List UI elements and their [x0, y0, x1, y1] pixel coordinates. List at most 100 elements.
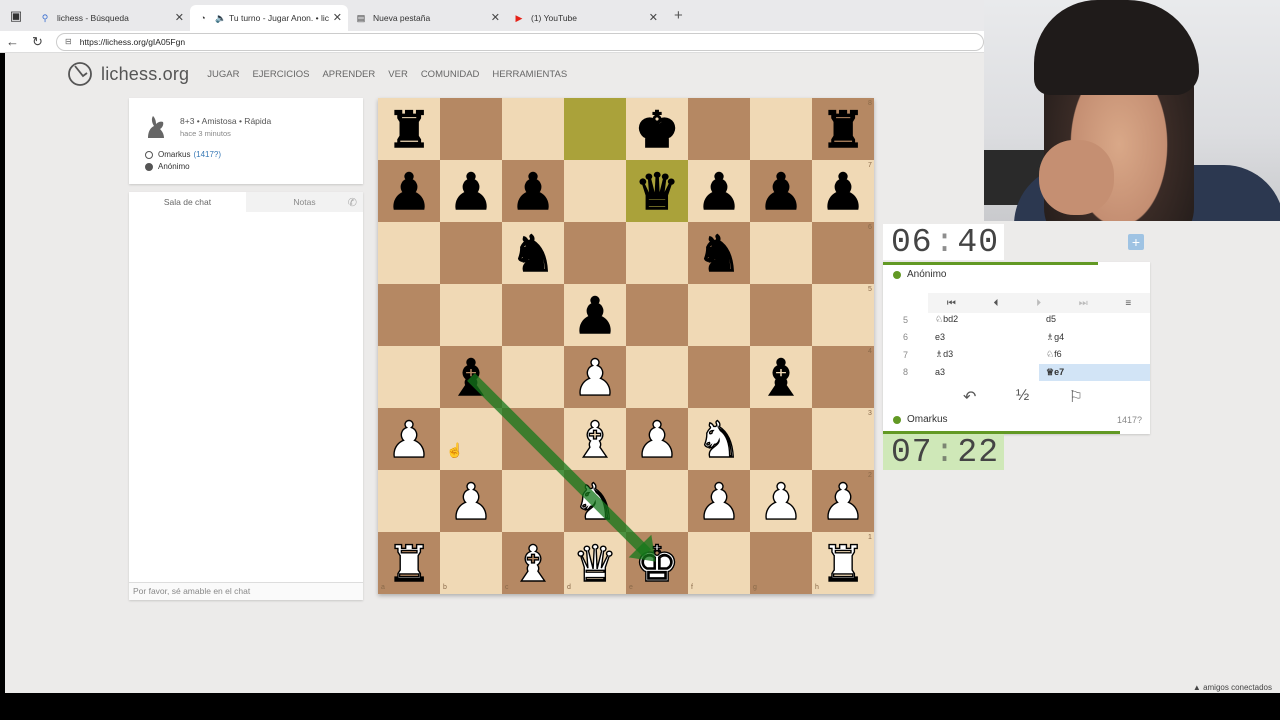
- tab-notes[interactable]: Notas: [246, 192, 363, 212]
- square-d3[interactable]: [564, 408, 626, 470]
- square-b6[interactable]: [440, 222, 502, 284]
- black-move[interactable]: d5: [1039, 311, 1150, 329]
- tab-actions-icon[interactable]: ▣: [0, 0, 32, 31]
- square-a4[interactable]: [378, 346, 440, 408]
- nav-ejercicios[interactable]: EJERCICIOS: [252, 69, 309, 80]
- nav-aprender[interactable]: APRENDER: [322, 69, 375, 80]
- square-c6[interactable]: [502, 222, 564, 284]
- square-f7[interactable]: [688, 160, 750, 222]
- square-d4[interactable]: [564, 346, 626, 408]
- square-f8[interactable]: [688, 98, 750, 160]
- close-icon[interactable]: ✕: [175, 11, 184, 24]
- resign-flag-icon[interactable]: ⚐: [1069, 387, 1083, 407]
- square-c7[interactable]: [502, 160, 564, 222]
- white-move[interactable]: ♘bd2: [928, 311, 1039, 329]
- square-g8[interactable]: [750, 98, 812, 160]
- square-e3[interactable]: [626, 408, 688, 470]
- square-e6[interactable]: [626, 222, 688, 284]
- square-e8[interactable]: [626, 98, 688, 160]
- square-a5[interactable]: [378, 284, 440, 346]
- square-d5[interactable]: [564, 284, 626, 346]
- add-time-button[interactable]: +: [1128, 234, 1144, 250]
- url-field[interactable]: ⊟ https://lichess.org/gIA05Fgn: [56, 32, 984, 51]
- square-a1[interactable]: [378, 532, 440, 594]
- square-b8[interactable]: [440, 98, 502, 160]
- menu-icon[interactable]: ≡: [1125, 298, 1131, 309]
- square-c4[interactable]: [502, 346, 564, 408]
- new-tab-button[interactable]: +: [674, 7, 683, 24]
- square-b4[interactable]: [440, 346, 502, 408]
- white-move[interactable]: ♗d3: [928, 346, 1039, 364]
- square-g5[interactable]: [750, 284, 812, 346]
- prev-move-icon[interactable]: ⏴: [993, 298, 998, 309]
- square-d7[interactable]: [564, 160, 626, 222]
- nav-jugar[interactable]: JUGAR: [207, 69, 239, 80]
- square-b2[interactable]: [440, 470, 502, 532]
- first-move-icon[interactable]: ⏮: [947, 298, 956, 309]
- close-icon[interactable]: ✕: [491, 11, 500, 24]
- square-e5[interactable]: [626, 284, 688, 346]
- square-c3[interactable]: [502, 408, 564, 470]
- square-c8[interactable]: [502, 98, 564, 160]
- square-g6[interactable]: [750, 222, 812, 284]
- square-a7[interactable]: [378, 160, 440, 222]
- square-f1[interactable]: [688, 532, 750, 594]
- next-move-icon[interactable]: ⏵: [1036, 298, 1041, 309]
- square-b7[interactable]: [440, 160, 502, 222]
- nav-herramientas[interactable]: HERRAMIENTAS: [492, 69, 567, 80]
- square-d6[interactable]: [564, 222, 626, 284]
- square-b3[interactable]: [440, 408, 502, 470]
- close-icon[interactable]: ✕: [649, 11, 658, 24]
- black-move[interactable]: ♘f6: [1039, 346, 1150, 364]
- square-e4[interactable]: [626, 346, 688, 408]
- last-move-icon[interactable]: ⏭: [1079, 298, 1088, 309]
- chat-input[interactable]: Por favor, sé amable en el chat: [129, 582, 363, 600]
- takeback-icon[interactable]: ↶: [963, 387, 976, 407]
- square-d8[interactable]: [564, 98, 626, 160]
- square-c2[interactable]: [502, 470, 564, 532]
- white-move[interactable]: a3: [928, 364, 1039, 382]
- friends-online-toggle[interactable]: ▲ amigos conectados: [1192, 683, 1272, 692]
- phone-icon[interactable]: ✆: [348, 196, 357, 209]
- nav-ver[interactable]: VER: [388, 69, 408, 80]
- square-e2[interactable]: [626, 470, 688, 532]
- browser-tab-youtube[interactable]: ▶ (1) YouTube ✕: [506, 5, 664, 31]
- square-f5[interactable]: [688, 284, 750, 346]
- back-icon[interactable]: ←: [0, 34, 25, 49]
- reload-icon[interactable]: ↻: [25, 34, 50, 50]
- square-g4[interactable]: [750, 346, 812, 408]
- square-h2[interactable]: [812, 470, 874, 532]
- square-c5[interactable]: [502, 284, 564, 346]
- browser-tab-new[interactable]: ▤ Nueva pestaña ✕: [348, 5, 506, 31]
- tab-chat[interactable]: Sala de chat: [129, 192, 246, 212]
- square-b5[interactable]: [440, 284, 502, 346]
- square-a2[interactable]: [378, 470, 440, 532]
- square-f6[interactable]: [688, 222, 750, 284]
- offer-draw-button[interactable]: ½: [1016, 387, 1029, 407]
- square-h8[interactable]: [812, 98, 874, 160]
- black-move[interactable]: ♗g4: [1039, 329, 1150, 347]
- square-h4[interactable]: [812, 346, 874, 408]
- square-a8[interactable]: [378, 98, 440, 160]
- square-f2[interactable]: [688, 470, 750, 532]
- black-move-selected[interactable]: ♕e7: [1039, 363, 1150, 381]
- square-f3[interactable]: [688, 408, 750, 470]
- nav-comunidad[interactable]: COMUNIDAD: [421, 69, 480, 80]
- square-b1[interactable]: [440, 532, 502, 594]
- square-g7[interactable]: [750, 160, 812, 222]
- site-logo[interactable]: lichess.org: [101, 64, 189, 85]
- browser-tab-search[interactable]: ⚲ lichess - Búsqueda ✕: [32, 5, 190, 31]
- speaker-icon[interactable]: 🔈: [215, 13, 226, 23]
- white-move[interactable]: e3: [928, 329, 1039, 347]
- white-player-name[interactable]: Omarkus: [158, 150, 190, 159]
- square-h5[interactable]: [812, 284, 874, 346]
- square-g1[interactable]: [750, 532, 812, 594]
- square-e1[interactable]: [626, 532, 688, 594]
- square-d1[interactable]: [564, 532, 626, 594]
- square-a6[interactable]: [378, 222, 440, 284]
- site-info-icon[interactable]: ⊟: [65, 37, 72, 46]
- square-d2[interactable]: [564, 470, 626, 532]
- square-h7[interactable]: [812, 160, 874, 222]
- square-e7[interactable]: [626, 160, 688, 222]
- square-h6[interactable]: [812, 222, 874, 284]
